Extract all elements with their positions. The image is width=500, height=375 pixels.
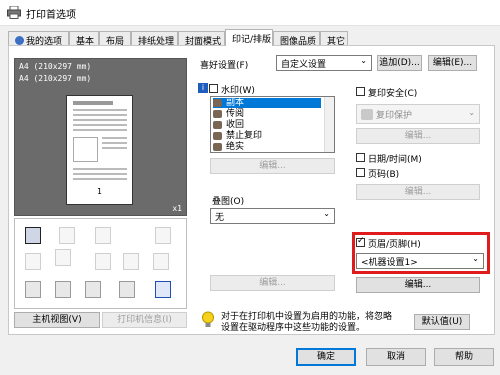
chevron-down-icon: ⌄ [360,56,367,65]
text-a-icon[interactable] [95,253,111,270]
datetime-checkbox[interactable] [356,153,365,162]
stamp-overlay-icon[interactable] [25,227,41,244]
list-item[interactable]: 传阅 [213,109,321,119]
booklet-icon[interactable] [55,249,71,266]
tab-my-options[interactable]: 我的选项 [8,31,69,47]
header-footer-value: <机器设置1> [361,258,418,268]
watermark-icon[interactable] [59,227,75,244]
watermark-checkbox[interactable] [209,84,218,93]
chevron-down-icon: ⌄ [468,108,475,117]
lightbulb-icon [202,311,214,327]
tab-stamp-composition[interactable]: 印记/排版 [225,29,273,46]
page-number-text: 1 [97,187,102,196]
cancel-button[interactable]: 取消 [366,348,426,366]
paper-size-line: A4 (210x297 mm) [19,62,92,71]
copy-security-select[interactable]: 复印保护 ⌄ [356,104,480,124]
stamp-icon [213,109,222,118]
header-footer-checkbox[interactable] [356,236,365,247]
ok-button[interactable]: 确定 [296,348,356,366]
printer-queue-icon[interactable] [155,281,171,298]
print-preview: A4 (210x297 mm) A4 (210x297 mm) 1 x1 [14,58,187,216]
tab-finishing[interactable]: 排纸处理 [131,31,178,47]
favorites-select[interactable]: 自定义设置 ⌄ [276,55,372,71]
watermark-list[interactable]: 副本 传阅 收回 禁止复印 绝实 [210,96,335,153]
user-icon [15,36,24,45]
copy-protect-icon[interactable] [155,227,171,244]
main-view-button[interactable]: 主机视图(V) [14,312,100,328]
page-number-checkbox[interactable] [356,168,365,177]
stamp-icon [213,98,222,107]
favorites-value: 自定义设置 [281,60,327,70]
duplex-icon[interactable] [25,253,41,270]
list-item[interactable]: 副本 [213,98,321,108]
copy-security-value: 复印保护 [376,111,413,121]
security-icon[interactable] [85,281,101,298]
overlay-icon[interactable] [95,227,111,244]
favorites-label: 喜好设置(F) [200,61,249,71]
header-footer-select[interactable]: <机器设置1> ⌄ [356,253,484,269]
printer-icon [7,6,21,19]
view-icon-panel [14,218,187,309]
default-button[interactable]: 默认值(U) [414,314,470,330]
list-item-label: 绝实 [226,142,245,152]
stamp-icon [213,120,222,129]
copy-security-checkbox[interactable] [356,87,365,96]
list-item-label: 副本 [226,98,245,108]
add-favorite-button[interactable]: 追加(D)... [377,55,422,71]
printer-info-button[interactable]: 打印机信息(I) [102,312,187,328]
shield-icon [361,109,373,120]
info-icon: i [198,83,208,93]
stamp-icon [213,142,222,151]
chevron-down-icon: ⌄ [323,209,330,218]
page-number-icon[interactable] [123,253,139,270]
watermark-edit-button[interactable]: 编辑... [210,158,335,174]
tab-image-quality[interactable]: 图像品质 [273,31,320,47]
header-footer-label: 页眉/页脚(H) [368,240,421,250]
list-item-label: 传阅 [226,109,245,119]
chevron-down-icon: ⌄ [472,254,479,263]
person-icon[interactable] [55,281,71,298]
help-button[interactable]: 帮助 [434,348,494,366]
list-item-label: 收回 [226,120,245,130]
page-number-label: 页码(B) [368,170,400,180]
watermark-label: 水印(W) [221,86,255,96]
copy-icon[interactable] [119,281,135,298]
tab-other[interactable]: 其它 [320,31,348,47]
overlay-edit-button[interactable]: 编辑... [210,275,335,291]
page-thumbnail: 1 [66,95,133,205]
tab-layout[interactable]: 布局 [99,31,131,47]
list-item[interactable]: 绝实 [213,142,321,152]
copy-security-edit-button[interactable]: 编辑... [356,128,480,144]
zoom-level: x1 [172,204,182,213]
window-title: 打印首选项 [26,10,76,21]
output-size-line: A4 (210x297 mm) [19,74,92,83]
tab-cover-mode[interactable]: 封面模式 [178,31,225,47]
list-item[interactable]: 收回 [213,120,321,130]
stamp-icon [213,131,222,140]
page-number-edit-button[interactable]: 编辑... [356,184,480,200]
tab-basic[interactable]: 基本 [69,31,99,47]
overlay-select[interactable]: 无 ⌄ [210,208,335,224]
list-item[interactable]: 禁止复印 [213,131,321,141]
copy-security-label: 复印安全(C) [368,89,418,99]
title-bar: 打印首选项 [0,0,500,26]
overlay-value: 无 [215,213,225,223]
header-footer-edit-button[interactable]: 编辑... [356,277,480,293]
list-scrollbar[interactable] [324,97,334,152]
overlay-label: 叠图(O) [212,197,245,207]
info-text-line-2: 设置在驱动程序中这些功能的设置。 [221,323,366,333]
staple-icon[interactable] [153,253,169,270]
document-icon[interactable] [25,281,41,298]
edit-favorite-button[interactable]: 编辑(E)... [428,55,477,71]
datetime-label: 日期/时间(M) [368,155,422,165]
list-item-label: 禁止复印 [226,131,263,141]
tab-label: 印记/排版 [232,35,272,45]
